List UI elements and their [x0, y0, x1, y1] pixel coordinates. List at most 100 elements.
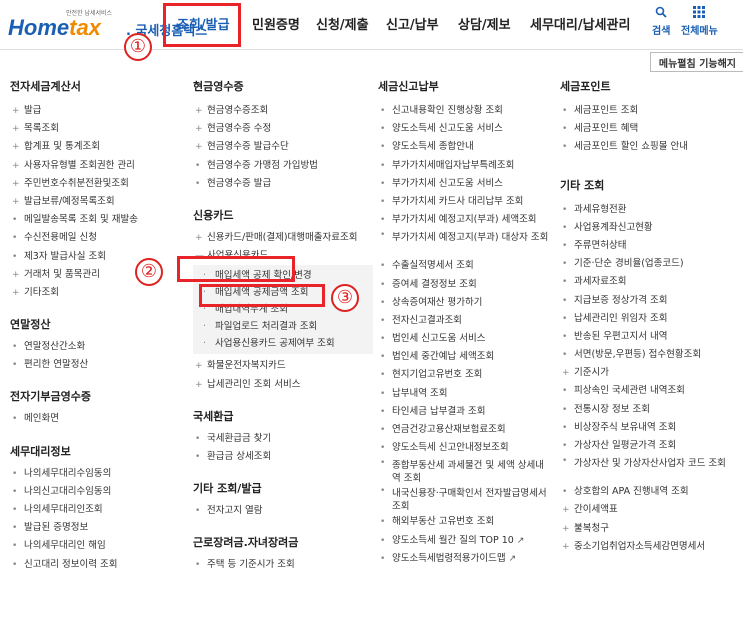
menu-item[interactable]: • 세금포인트 할인 쇼핑몰 안내	[560, 138, 740, 156]
section-title-e-tax-invoice: 전자세금계산서	[10, 80, 81, 93]
menu-item[interactable]: + 신용카드/판매(결제)대행매출자료조회	[193, 229, 368, 247]
submenu-item[interactable]: · 사업용신용카드 공제여부 조회	[193, 335, 373, 352]
all-menu-button[interactable]: 전체메뉴	[681, 6, 718, 37]
menu-item[interactable]: • 양도소득세 종합안내	[378, 138, 550, 156]
bullet-icon: •	[562, 142, 568, 153]
menu-item[interactable]: • 주류면허상태	[560, 237, 740, 255]
menu-item[interactable]: • 신고내용확인 진행상황 조회	[378, 102, 550, 120]
menu-item[interactable]: • 세금포인트 혜택	[560, 120, 740, 138]
column-2: 현금영수증 + 현금영수증조회 + 현금영수증 수정 + 현금영수증 발급수단 • 현금…	[193, 78, 373, 574]
menu-item[interactable]: + 합계표 및 통계조회	[10, 138, 180, 156]
menu-item[interactable]: • 납세관리인 위임자 조회	[560, 310, 740, 328]
menu-item[interactable]: • 부가가치세 카드사 대리납부 조회	[378, 193, 550, 211]
menu-item[interactable]: • 수출실적명세서 조회	[378, 257, 550, 275]
menu-item[interactable]: • 나의세무대리인조회	[10, 501, 180, 519]
gnb-item-apply[interactable]: 신청/제출	[316, 14, 369, 33]
menu-item[interactable]: • 환급금 상세조회	[193, 448, 368, 466]
menu-item[interactable]: • 사업용계좌신고현황	[560, 219, 740, 237]
menu-item[interactable]: • 나의세무대리수임동의	[10, 465, 180, 483]
menu-item[interactable]: • 나의세무대리인 해임	[10, 537, 180, 555]
menu-item[interactable]: • 부가가치세 예정고지(부과) 대상자 조회	[378, 229, 550, 257]
bullet-icon: •	[562, 386, 568, 397]
menu-item[interactable]: • 상호합의 APA 진행내역 조회	[560, 483, 740, 501]
menu-item[interactable]: • 양도소득세 월간 질의 TOP 10 ↗	[378, 532, 550, 550]
gnb-item-tax-agent[interactable]: 세무대리/납세관리	[530, 14, 630, 33]
bullet-icon: •	[12, 541, 18, 552]
gnb-item-report[interactable]: 신고/납부	[386, 14, 439, 33]
menu-item[interactable]: • 상속증여재산 평가하기	[378, 294, 550, 312]
menu-item[interactable]: + 간이세액표	[560, 501, 740, 519]
menu-item[interactable]: • 양도소득세 신고안내정보조회	[378, 439, 550, 457]
menu-item[interactable]: • 현금영수증 가맹점 가입방법	[193, 157, 368, 175]
menu-item[interactable]: • 연말정산간소화	[10, 338, 180, 356]
gnb-item-certificate[interactable]: 민원증명	[252, 14, 300, 33]
menu-item[interactable]: • 발급된 증명정보	[10, 519, 180, 537]
menu-item-label: 양도소득세 종합안내	[392, 141, 474, 153]
menu-item[interactable]: + 현금영수증 수정	[193, 120, 368, 138]
menu-item[interactable]: • 편리한 연말정산	[10, 356, 180, 374]
menu-item[interactable]: + 발급	[10, 102, 180, 120]
bullet-icon: •	[12, 559, 18, 570]
menu-item[interactable]: • 기준·단순 경비율(업종코드)	[560, 255, 740, 273]
menu-item[interactable]: • 신고대리 정보이력 조회	[10, 556, 180, 574]
menu-item[interactable]: + 현금영수증조회	[193, 102, 368, 120]
submenu-item[interactable]: · 파일업로드 처리결과 조회	[193, 318, 373, 335]
menu-item[interactable]: + 기타조회	[10, 284, 180, 302]
menu-item[interactable]: + 현금영수증 발급수단	[193, 138, 368, 156]
menu-item[interactable]: • 반송된 우편고지서 내역	[560, 328, 740, 346]
menu-item[interactable]: • 전통시장 정보 조회	[560, 401, 740, 419]
menu-item[interactable]: • 메일발송목록 조회 및 재발송	[10, 211, 180, 229]
menu-item[interactable]: • 내국신용장·구매확인서 전자발급명세서 조회	[378, 485, 550, 513]
menu-item[interactable]: • 과세자료조회	[560, 273, 740, 291]
menu-item[interactable]: • 전자신고결과조회	[378, 312, 550, 330]
menu-item[interactable]: + 납세관리인 조회 서비스	[193, 376, 368, 394]
menu-item[interactable]: • 과세유형전환	[560, 201, 740, 219]
menu-item[interactable]: • 피상속인 국세관련 내역조회	[560, 382, 740, 400]
bullet-icon: •	[380, 178, 386, 189]
gnb-item-consult[interactable]: 상담/제보	[458, 14, 511, 33]
menu-item[interactable]: • 증여세 결정정보 조회	[378, 276, 550, 294]
menu-item[interactable]: • 주택 등 기준시가 조회	[193, 556, 368, 574]
menu-item[interactable]: + 중소기업취업자소득세감면명세서	[560, 538, 740, 556]
bullet-icon: •	[380, 279, 386, 290]
plus-icon: +	[195, 124, 203, 135]
menu-item[interactable]: + 주민번호수취분전환및조회	[10, 175, 180, 193]
menu-item[interactable]: + 사용자유형별 조회권한 관리	[10, 157, 180, 175]
menu-item[interactable]: • 연금건강고용산재보험료조회	[378, 421, 550, 439]
menu-item[interactable]: • 부가가치세매입자납부특례조회	[378, 157, 550, 175]
menu-item[interactable]: + 화물운전자복지카드	[193, 357, 368, 375]
menu-item[interactable]: • 종합부동산세 과세물건 및 세액 상세내역 조회	[378, 457, 550, 485]
menu-item[interactable]: • 해외부동산 고유번호 조회	[378, 513, 550, 531]
menu-item[interactable]: + 기준시가	[560, 364, 740, 382]
menu-item[interactable]: • 현금영수증 발급	[193, 175, 368, 193]
menu-item[interactable]: • 양도소득세 신고도움 서비스	[378, 120, 550, 138]
menu-item[interactable]: + 목록조회	[10, 120, 180, 138]
menu-item[interactable]: • 세금포인트 조회	[560, 102, 740, 120]
menu-item[interactable]: • 수신전용메일 신청	[10, 229, 180, 247]
menu-item[interactable]: + 불복청구	[560, 520, 740, 538]
bullet-icon: •	[562, 456, 568, 467]
menu-item[interactable]: • 비상장주식 보유내역 조회	[560, 419, 740, 437]
menu-item[interactable]: • 나의신고대리수임동의	[10, 483, 180, 501]
menu-expand-toggle-button[interactable]: 메뉴펼침 기능해지	[649, 52, 743, 72]
menu-item[interactable]: • 가상자산 및 가상자산사업자 코드 조회	[560, 455, 740, 483]
menu-item[interactable]: • 법인세 중간예납 세액조회	[378, 348, 550, 366]
menu-item[interactable]: • 전자고지 열람	[193, 502, 368, 520]
menu-item[interactable]: • 서면(방문,우편등) 접수현황조회	[560, 346, 740, 364]
menu-item[interactable]: • 국세환급금 찾기	[193, 430, 368, 448]
menu-item[interactable]: • 지급보증 정상가격 조회	[560, 292, 740, 310]
section-title-other-issuance: 기타 조회/발급	[193, 482, 262, 496]
section-title-tax-point: 세금포인트	[560, 80, 611, 93]
search-button[interactable]: 검색	[652, 6, 670, 37]
menu-item[interactable]: + 발급보류/예정목록조회	[10, 193, 180, 211]
menu-item[interactable]: • 메인화면	[10, 410, 180, 428]
menu-item[interactable]: • 법인세 신고도움 서비스	[378, 330, 550, 348]
menu-item[interactable]: • 부가가치세 신고도움 서비스	[378, 175, 550, 193]
menu-item[interactable]: • 납부내역 조회	[378, 385, 550, 403]
menu-item[interactable]: • 타인세금 납부결과 조회	[378, 403, 550, 421]
menu-item[interactable]: • 양도소득세법령적용가이드맵 ↗	[378, 550, 550, 568]
menu-item[interactable]: • 현지기업고유번호 조회	[378, 366, 550, 384]
bullet-icon: •	[195, 451, 201, 462]
menu-item[interactable]: • 가상자산 일평균가격 조회	[560, 437, 740, 455]
menu-item[interactable]: • 부가가치세 예정고지(부과) 세액조회	[378, 211, 550, 229]
